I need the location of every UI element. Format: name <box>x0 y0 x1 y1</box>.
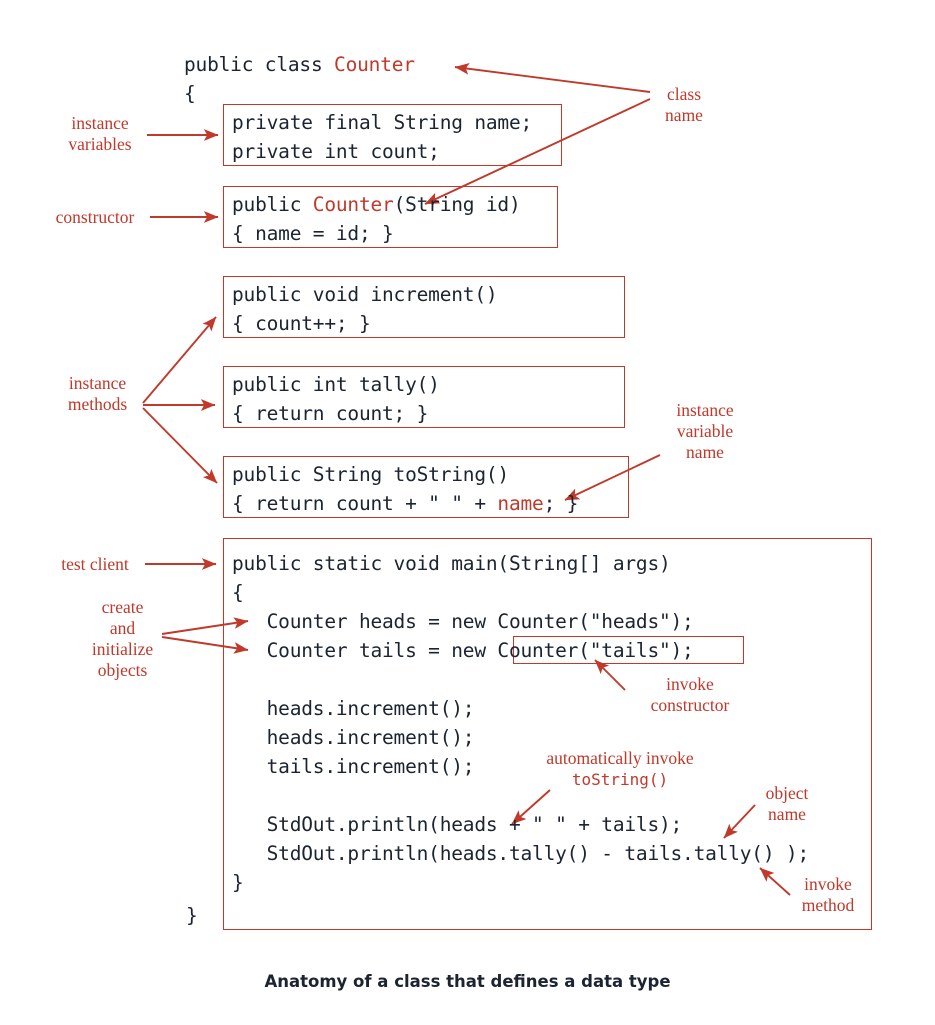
class-anatomy-diagram: public class Counter { private final Str… <box>0 0 935 1025</box>
method-tostring-line-2: { return count + " " + name; } <box>232 489 578 518</box>
constructor-code-line-2: { name = id; } <box>232 222 394 245</box>
annotation-automatically-invoke-method: toString() <box>571 770 669 789</box>
annotation-invoke-method: invoke method <box>801 874 855 915</box>
annotation-instance-variables: instance variables <box>68 113 132 154</box>
method-tally-code: public int tally() { return count; } <box>232 370 440 428</box>
main-line-4: Counter tails = new Counter("tails"); <box>232 639 694 662</box>
main-line-3: Counter heads = new Counter("heads"); <box>232 610 694 633</box>
annotation-invoke-constructor: invoke constructor <box>650 674 730 715</box>
main-line-11: StdOut.println(heads.tally() - tails.tal… <box>232 842 810 865</box>
method-increment-line-1: public void increment() <box>232 283 498 306</box>
constructor-code-line-1: public Counter(String id) <box>232 190 521 219</box>
main-line-12: } <box>232 871 244 894</box>
main-line-1: public static void main(String[] args) <box>232 552 671 575</box>
main-line-7: heads.increment(); <box>232 726 475 749</box>
method-increment-code: public void increment() { count++; } <box>232 280 498 338</box>
annotation-instance-methods: instance methods <box>67 373 128 414</box>
method-tostring-line-1: public String toString() <box>232 463 509 486</box>
class-declaration: public class Counter <box>184 50 415 79</box>
constructor-params: (String id) <box>393 193 521 216</box>
main-line-8: tails.increment(); <box>232 755 475 778</box>
annotation-automatically-invoke: automatically invoke toString() <box>520 748 720 790</box>
instance-variables-code: private final String name; private int c… <box>232 108 532 166</box>
method-tostring-return-post: ; } <box>543 492 579 515</box>
annotation-object-name: object name <box>765 783 809 824</box>
class-declaration-keyword: public class <box>184 53 335 76</box>
annotation-instance-variable-name: instance variable name <box>676 400 734 462</box>
main-line-10: StdOut.println(heads + " " + tails); <box>232 813 683 836</box>
figure-caption: Anatomy of a class that defines a data t… <box>264 972 671 991</box>
instance-variable-line-1: private final String name; <box>232 111 533 134</box>
method-tally-line-1: public int tally() <box>232 373 440 396</box>
instance-variable-line-2: private int count; <box>232 140 440 163</box>
annotation-automatically-invoke-text: automatically invoke <box>546 748 694 768</box>
annotation-class-name: class name <box>665 84 703 125</box>
class-name-token: Counter <box>334 53 415 76</box>
annotation-constructor: constructor <box>55 207 135 227</box>
constructor-name-token: Counter <box>312 193 394 216</box>
method-tally-line-2: { return count; } <box>232 402 429 425</box>
annotation-create-and-initialize-objects: create and initialize objects <box>91 597 154 680</box>
class-open-brace: { <box>184 82 196 105</box>
instance-variable-name-token: name <box>497 492 544 515</box>
annotation-test-client: test client <box>61 554 129 574</box>
main-line-2: { <box>232 581 244 604</box>
main-line-6: heads.increment(); <box>232 697 475 720</box>
main-method-code: public static void main(String[] args) {… <box>232 549 809 897</box>
method-increment-line-2: { count++; } <box>232 312 371 335</box>
method-tostring-return-pre: { return count + " " + <box>232 492 498 515</box>
constructor-keyword: public <box>232 193 313 216</box>
class-close-brace: } <box>186 904 198 927</box>
